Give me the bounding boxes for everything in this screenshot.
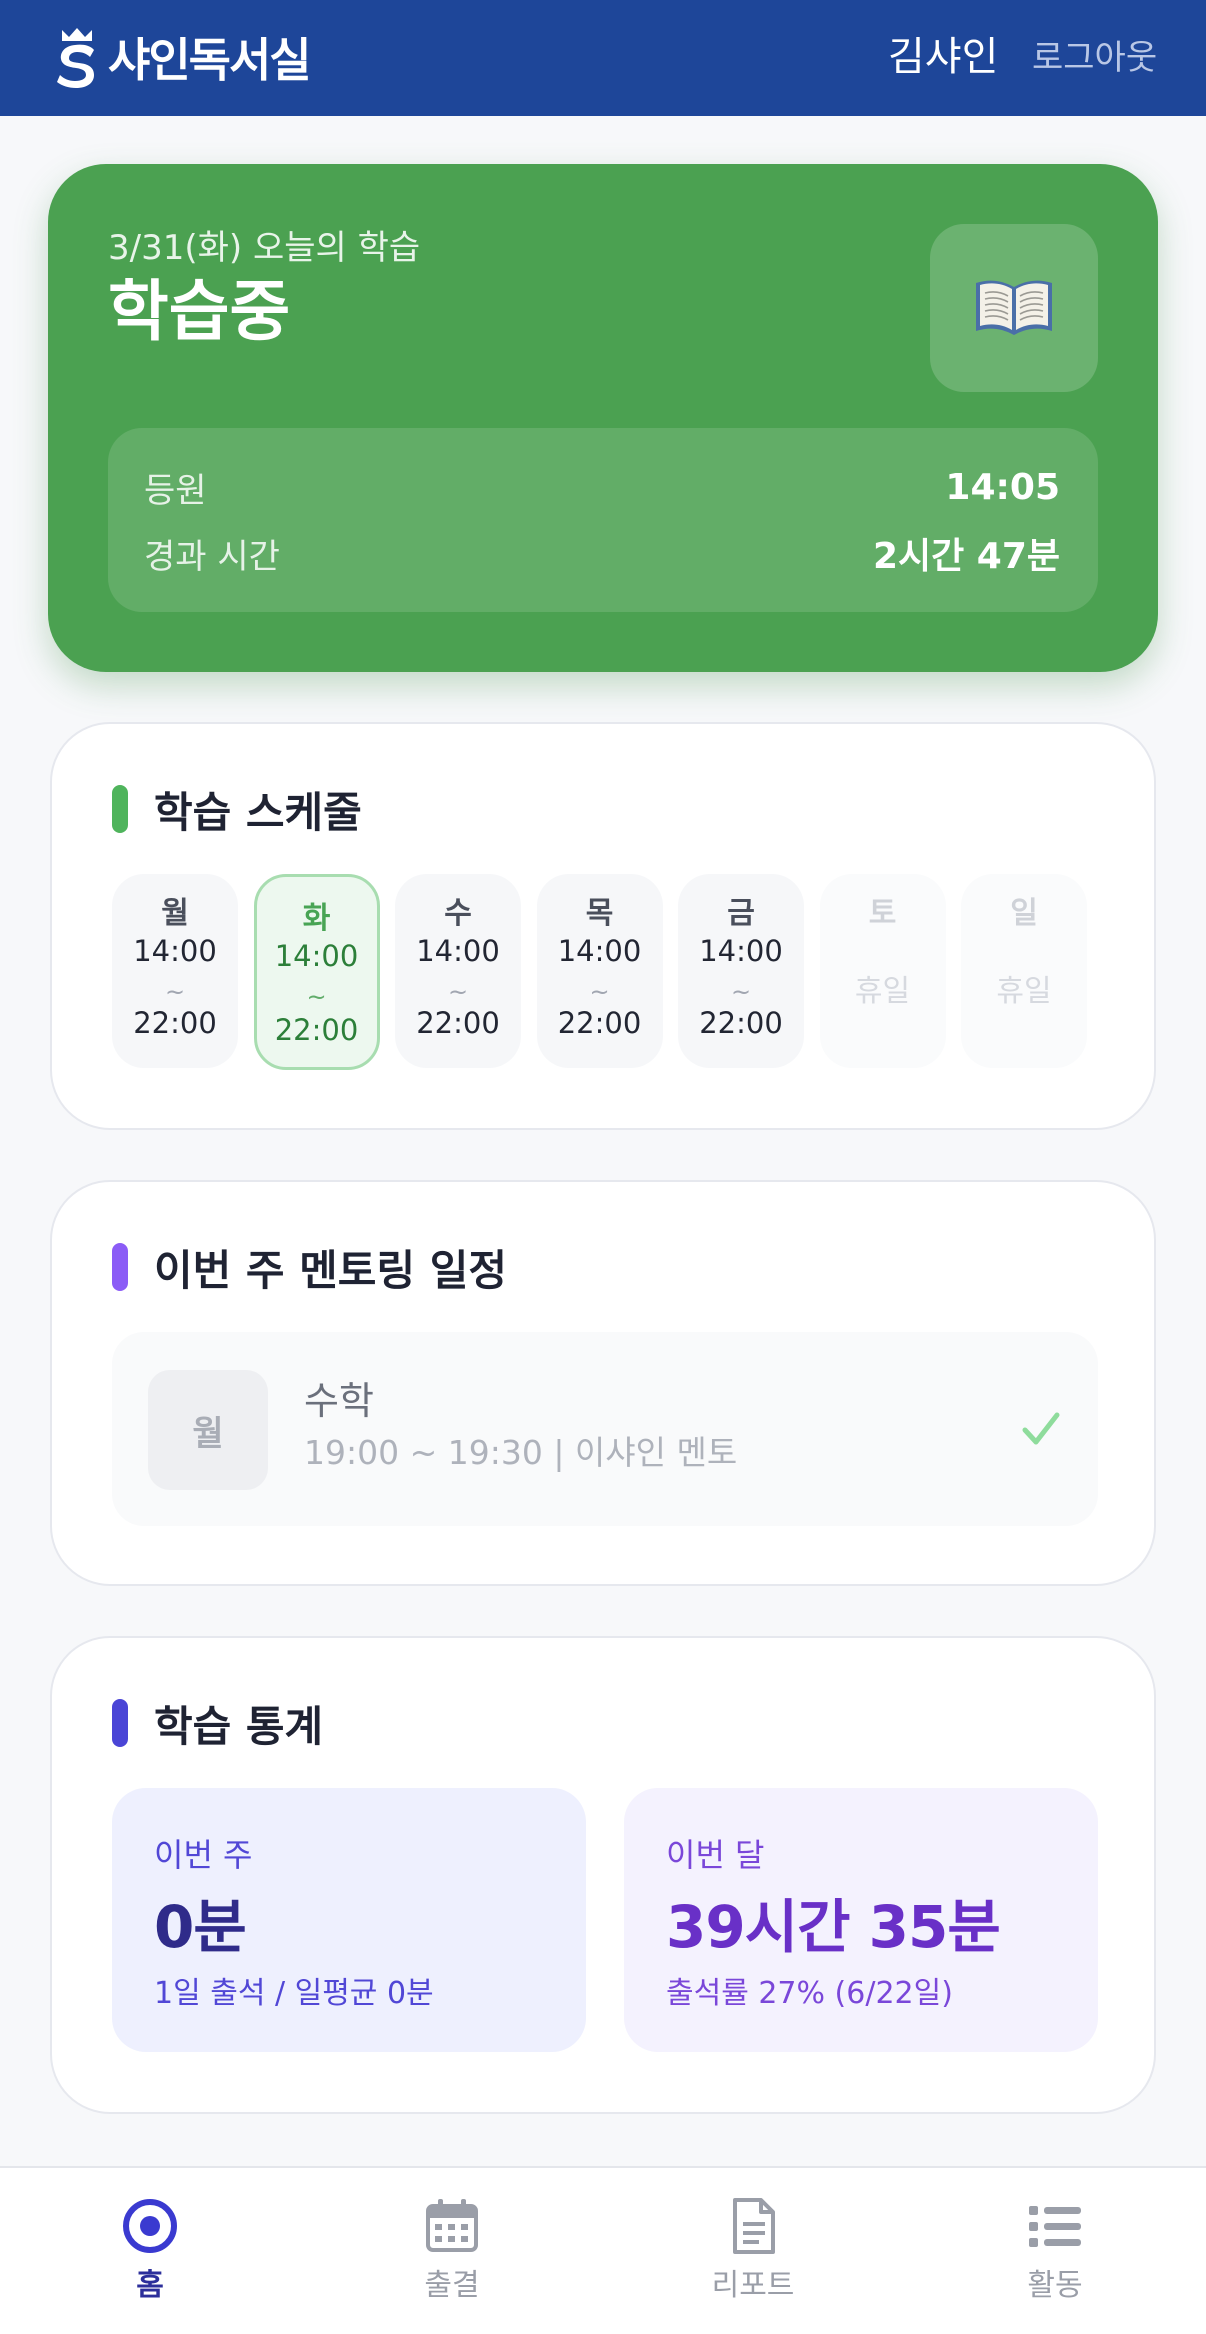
mentoring-section-title: 이번 주 멘토링 일정 [112,1242,507,1295]
nav-home[interactable]: 홈 [75,2196,225,2304]
logout-link[interactable]: 로그아웃 [1032,36,1157,80]
end-time: 22:00 [557,1006,642,1040]
time-separator: ~ [447,978,469,1006]
nav-label-home: 홈 [136,2268,164,2303]
study-status: 학습중 [108,273,291,350]
list-icon [1029,2206,1081,2247]
day-name: 화 [302,901,331,936]
start-time: 14:00 [557,934,642,968]
logo[interactable]: 샤인독서실 [54,26,312,88]
schedule-day-fri: 금 14:00 ~ 22:00 [678,874,804,1068]
day-name: 수 [444,896,472,931]
nav-report[interactable]: 리포트 [678,2196,828,2304]
start-time: 14:00 [699,934,783,968]
day-name: 토 [868,896,897,931]
time-separator: ~ [306,983,327,1011]
elapsed-time: 2시간 47분 [872,536,1060,577]
stats-section-title: 학습 통계 [112,1698,323,1751]
today-subtitle: 3/31(화) 오늘의 학습 [108,228,421,268]
user-name: 김샤인 [888,34,999,80]
checkin-label: 등원 [144,470,207,511]
weekly-stat-sub: 1일 출석 / 일평균 0분 [154,1976,434,2011]
time-separator: ~ [164,978,186,1006]
monthly-stat-value: 39시간 35분 [666,1893,1001,1961]
nav-activity[interactable]: 활동 [980,2196,1130,2304]
schedule-day-mon: 월 14:00 ~ 22:00 [112,874,238,1068]
home-target-icon [123,2199,177,2253]
section-accent-bar [112,1699,128,1747]
mentoring-card: 이번 주 멘토링 일정 월 수학 19:00 ~ 19:30 | 이샤인 멘토 [50,1180,1156,1586]
day-name: 일 [1010,896,1038,931]
check-icon [1022,1412,1060,1445]
end-time: 22:00 [416,1006,500,1040]
nav-label-attendance: 출결 [424,2268,480,2303]
start-time: 14:00 [416,934,500,968]
open-book-icon [976,280,1052,335]
bottom-nav: 홈 출결 리포트 활동 [0,2166,1206,2334]
calendar-icon [426,2199,478,2252]
monthly-stat-label: 이번 달 [666,1836,765,1874]
monthly-stat-box: 이번 달 39시간 35분 출석률 27% (6/22일) [624,1788,1098,2052]
schedule-day-sat: 토 휴일 [819,874,946,1068]
weekly-stat-value: 0분 [154,1893,247,1961]
time-separator: ~ [730,978,752,1006]
book-tile [930,224,1098,392]
app-header: 샤인독서실 김샤인 로그아웃 [0,0,1206,116]
day-off-label: 휴일 [996,974,1052,1009]
schedule-card: 학습 스케줄 월 14:00 ~ 22:00 화 14:00 ~ 22:00 수… [50,722,1156,1130]
day-name: 월 [161,896,189,931]
time-separator: ~ [589,978,610,1006]
nav-label-report: 리포트 [711,2268,795,2303]
attendance-time-box: 등원 14:05 경과 시간 2시간 47분 [108,428,1098,612]
start-time: 14:00 [133,934,217,968]
elapsed-row: 경과 시간 2시간 47분 [144,528,1060,578]
nav-label-activity: 활동 [1027,2268,1083,2303]
end-time: 22:00 [699,1006,783,1040]
checkin-time: 14:05 [945,466,1060,508]
section-accent-bar [112,785,128,833]
mentoring-item[interactable]: 월 수학 19:00 ~ 19:30 | 이샤인 멘토 [112,1332,1098,1526]
end-time: 22:00 [274,1013,359,1047]
logo-text: 샤인독서실 [108,33,312,87]
schedule-section-title: 학습 스케줄 [112,784,362,837]
day-name: 금 [727,896,755,931]
elapsed-label: 경과 시간 [144,536,280,577]
stats-title: 학습 통계 [154,1701,324,1751]
stats-card: 학습 통계 이번 주 0분 1일 출석 / 일평균 0분 이번 달 39시간 3… [50,1636,1156,2114]
nav-attendance[interactable]: 출결 [377,2196,527,2304]
day-off-label: 휴일 [854,974,911,1009]
weekly-schedule: 월 14:00 ~ 22:00 화 14:00 ~ 22:00 수 14:00 … [112,874,1087,1070]
schedule-title: 학습 스케줄 [154,787,362,837]
section-accent-bar [112,1243,128,1291]
mentoring-title: 이번 주 멘토링 일정 [154,1245,507,1295]
day-name: 목 [585,896,614,931]
schedule-day-sun: 일 휴일 [961,874,1087,1068]
schedule-day-wed: 수 14:00 ~ 22:00 [395,874,521,1068]
mentoring-day-badge: 월 [148,1370,268,1490]
document-icon [733,2198,775,2254]
today-status-card: 3/31(화) 오늘의 학습 학습중 등원 14:05 경과 시간 2시간 47… [48,164,1158,672]
weekly-stat-box: 이번 주 0분 1일 출석 / 일평균 0분 [112,1788,586,2052]
schedule-day-tue-today: 화 14:00 ~ 22:00 [253,874,380,1070]
mentoring-info: 19:00 ~ 19:30 | 이샤인 멘토 [304,1433,738,1472]
monthly-stat-sub: 출석률 27% (6/22일) [666,1976,953,2011]
checkin-row: 등원 14:05 [144,462,1060,512]
weekly-stat-label: 이번 주 [154,1836,253,1874]
mentoring-subject: 수학 [304,1379,374,1423]
end-time: 22:00 [133,1006,217,1040]
schedule-day-thu: 목 14:00 ~ 22:00 [536,874,663,1068]
shine-logo-icon [57,28,94,88]
start-time: 14:00 [274,939,359,973]
